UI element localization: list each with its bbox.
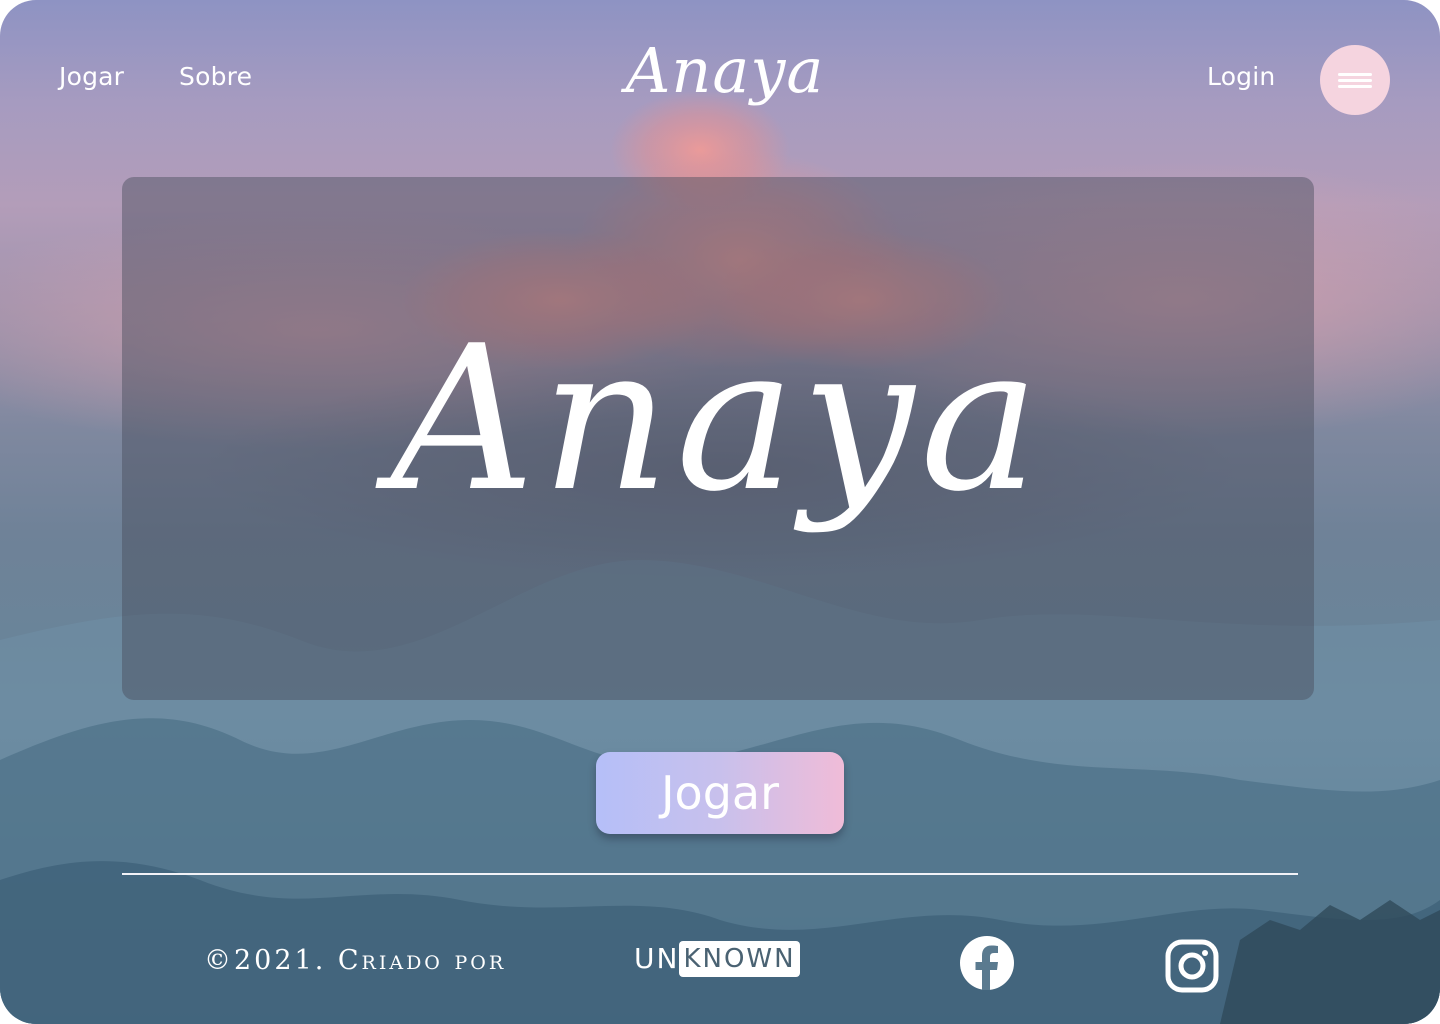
instagram-icon[interactable]	[1164, 938, 1220, 994]
logo-prefix: UN	[634, 942, 680, 975]
unknown-logo[interactable]: UN KNOWN	[634, 941, 800, 977]
hero-title: Anaya	[390, 303, 1046, 536]
logo-box: KNOWN	[679, 941, 800, 977]
facebook-icon[interactable]	[959, 935, 1015, 991]
menu-bar	[1338, 73, 1372, 76]
menu-bar	[1338, 85, 1372, 88]
logo-rest: KNOWN	[683, 944, 796, 974]
brand-logo[interactable]: Anaya	[620, 34, 830, 107]
menu-button[interactable]	[1320, 45, 1390, 115]
login-link[interactable]: Login	[1207, 62, 1275, 91]
page: Jogar Sobre Anaya Login Anaya Jogar ©202…	[0, 0, 1440, 1024]
play-button[interactable]: Jogar	[596, 752, 844, 834]
copyright-text: ©2021. Criado por	[204, 945, 507, 976]
nav-link-jogar[interactable]: Jogar	[59, 62, 124, 91]
footer-divider	[122, 873, 1298, 875]
nav-link-sobre[interactable]: Sobre	[179, 62, 252, 91]
menu-bar	[1338, 79, 1372, 82]
